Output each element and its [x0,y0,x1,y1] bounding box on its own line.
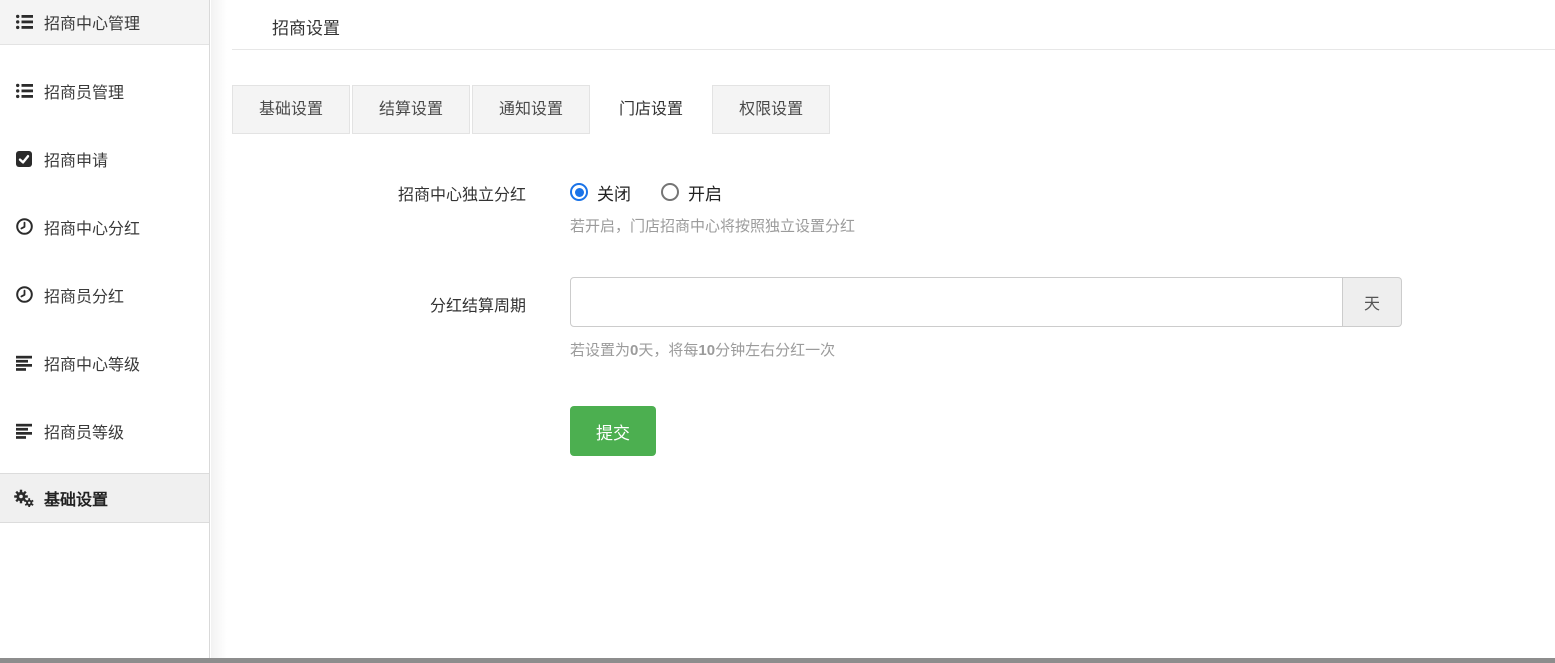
horizontal-scrollbar[interactable] [0,658,1555,663]
cogs-icon [14,489,34,507]
sidebar-item-merchant-staff-management[interactable]: 招商员管理 [0,68,209,113]
sidebar-item-center-dividend[interactable]: 招商中心分红 [0,204,209,249]
dividend-cycle-label: 分红结算周期 [232,277,526,360]
radio-option-open-label: 开启 [688,180,722,205]
sidebar-item-merchant-center-management[interactable]: 招商中心管理 [0,0,209,45]
sidebar-item-label: 基础设置 [44,486,108,510]
sidebar-item-center-level[interactable]: 招商中心等级 [0,340,209,385]
independent-dividend-radio-group: 关闭 开启 [570,181,855,203]
form-row-independent-dividend: 招商中心独立分红 关闭 开启 若开启，门店招商中心将按照独立设置分红 [232,181,1555,236]
submit-button[interactable]: 提交 [570,406,656,456]
sidebar-item-label: 招商员分红 [44,283,124,307]
check-square-icon [14,150,34,168]
radio-unselected-icon[interactable] [661,183,679,201]
radio-option-open[interactable]: 开启 [661,180,722,205]
dividend-cycle-input[interactable] [570,277,1343,327]
store-settings-form: 招商中心独立分红 关闭 开启 若开启，门店招商中心将按照独立设置分红 分红结算周… [232,181,1555,456]
tab-basic-settings[interactable]: 基础设置 [232,85,350,134]
align-left-icon [14,422,34,440]
sidebar-item-staff-level[interactable]: 招商员等级 [0,408,209,453]
tab-permission-settings[interactable]: 权限设置 [712,85,830,134]
form-row-dividend-cycle: 分红结算周期 天 若设置为0天，将每10分钟左右分红一次 [232,277,1555,360]
dividend-cycle-help: 若设置为0天，将每10分钟左右分红一次 [570,339,1402,360]
independent-dividend-label: 招商中心独立分红 [232,181,526,236]
clock-icon [14,218,34,236]
sidebar-item-label: 招商中心管理 [44,10,140,34]
main-content: 招商设置 基础设置 结算设置 通知设置 门店设置 权限设置 招商中心独立分红 关… [211,0,1555,663]
list-icon [14,13,34,31]
radio-selected-icon[interactable] [570,183,588,201]
sidebar-item-basic-settings[interactable]: 基础设置 [0,473,209,523]
sidebar-item-staff-dividend[interactable]: 招商员分红 [0,272,209,317]
settings-tab-bar: 基础设置 结算设置 通知设置 门店设置 权限设置 [232,85,1555,134]
sidebar-item-merchant-application[interactable]: 招商申请 [0,136,209,181]
sidebar-item-label: 招商申请 [44,147,108,171]
page-title: 招商设置 [232,0,1555,50]
sidebar-item-label: 招商员等级 [44,419,124,443]
form-row-submit: 提交 [232,406,1555,456]
dividend-cycle-input-group: 天 [570,277,1402,327]
radio-option-close-label: 关闭 [597,180,631,205]
tab-store-settings[interactable]: 门店设置 [592,85,710,134]
radio-option-close[interactable]: 关闭 [570,180,631,205]
tab-settlement-settings[interactable]: 结算设置 [352,85,470,134]
sidebar-item-label: 招商中心分红 [44,215,140,239]
tab-notification-settings[interactable]: 通知设置 [472,85,590,134]
sidebar-item-label: 招商中心等级 [44,351,140,375]
sidebar-item-label: 招商员管理 [44,79,124,103]
list-icon [14,82,34,100]
sidebar: 招商中心管理 招商员管理 招商申请 招商中心分红 [0,0,210,663]
independent-dividend-help: 若开启，门店招商中心将按照独立设置分红 [570,215,855,236]
align-left-icon [14,354,34,372]
dividend-cycle-unit-addon: 天 [1343,277,1402,327]
clock-icon [14,286,34,304]
